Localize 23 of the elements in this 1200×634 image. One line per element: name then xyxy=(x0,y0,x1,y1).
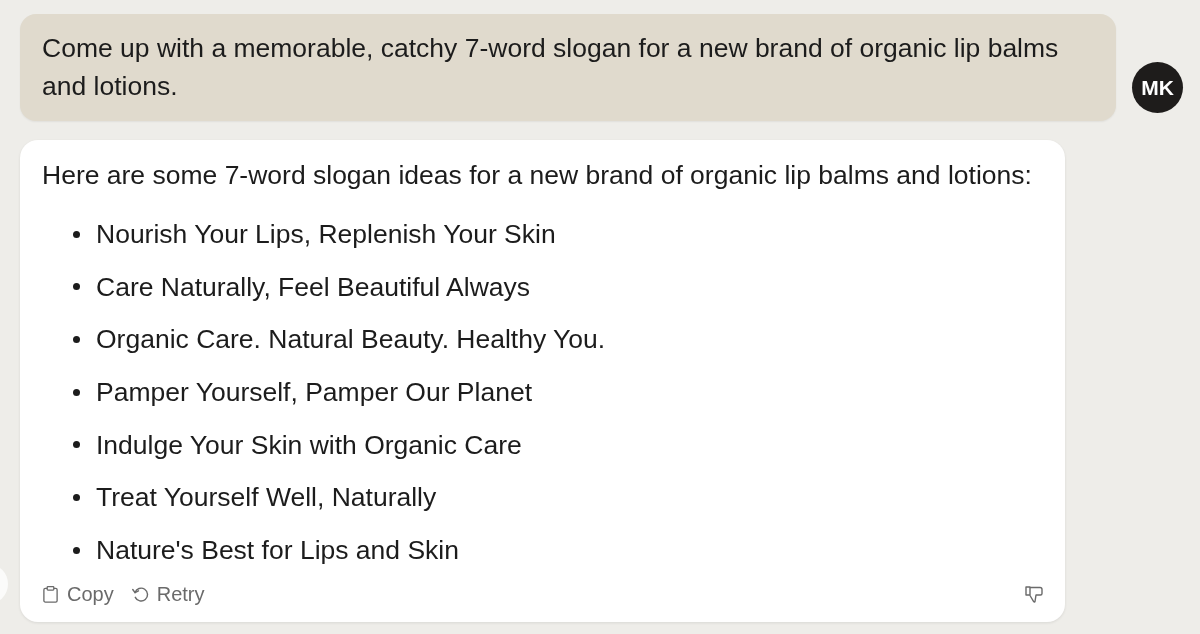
slogan-item: Pamper Yourself, Pamper Our Planet xyxy=(96,376,532,410)
bullet-icon xyxy=(73,335,80,343)
bullet-icon xyxy=(73,283,80,291)
slogan-item: Indulge Your Skin with Organic Care xyxy=(96,428,522,462)
retry-button[interactable]: Retry xyxy=(131,581,205,608)
response-intro: Here are some 7-word slogan ideas for a new brand of organic lip balms and lotions: xyxy=(42,159,1033,192)
thumbs-down-icon xyxy=(1025,585,1043,603)
slogan-item: Organic Care. Natural Beauty. Healthy You. xyxy=(96,323,606,357)
user-avatar: MK xyxy=(1132,62,1183,113)
bullet-icon xyxy=(73,493,80,501)
bullet-icon xyxy=(73,546,80,554)
bullet-icon xyxy=(73,388,80,396)
slogan-item: Nature's Best for Lips and Skin xyxy=(96,534,459,568)
copy-button[interactable]: Copy xyxy=(42,581,114,608)
slogan-item: Nourish Your Lips, Replenish Your Skin xyxy=(96,218,556,251)
retry-icon xyxy=(131,585,149,603)
bullet-icon xyxy=(73,441,80,449)
thumbs-down-button[interactable] xyxy=(1025,585,1043,603)
user-message: Come up with a memorable, catchy 7-word slogan for a new brand of organic lip balms and lotions. xyxy=(20,14,1116,121)
slogan-item: Treat Yourself Well, Naturally xyxy=(96,481,437,515)
slogan-item: Care Naturally, Feel Beautiful Always xyxy=(96,270,530,304)
clipboard-icon xyxy=(42,585,59,603)
bullet-icon xyxy=(73,230,80,238)
